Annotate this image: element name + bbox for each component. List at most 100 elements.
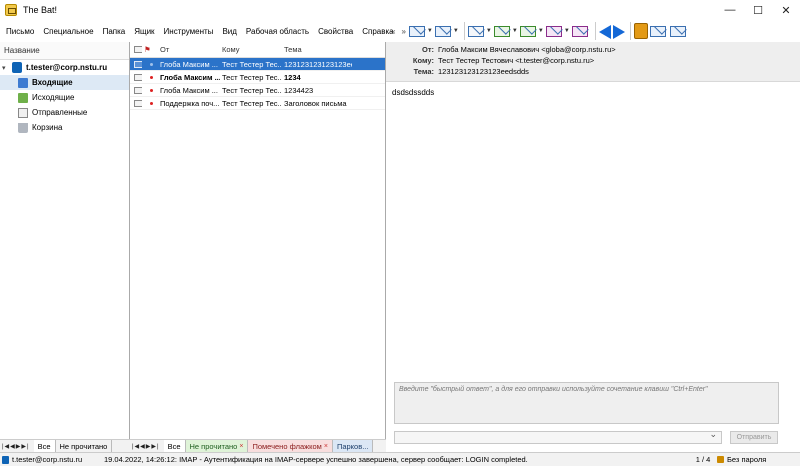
account-name: t.tester@corp.nstu.ru <box>26 63 108 72</box>
previous-message-button[interactable] <box>598 21 611 41</box>
folder-inbox[interactable]: Входящие <box>0 75 129 90</box>
toolbar-divider <box>629 22 631 40</box>
priority-dot-icon <box>150 101 153 105</box>
folder-sent[interactable]: Отправленные <box>0 105 129 120</box>
tab-parked[interactable]: Парков... <box>332 440 374 452</box>
menu-special[interactable]: Специальное <box>43 27 93 36</box>
send-mail-button[interactable]: ▼ <box>434 21 459 41</box>
menu-properties[interactable]: Свойства <box>318 27 353 36</box>
row-subject: Заголовок письма <box>284 98 347 108</box>
window-title: The Bat! <box>23 5 58 15</box>
address-book-icon <box>633 23 648 39</box>
row-to: Тест Тестер Тес... <box>222 98 282 108</box>
column-status[interactable] <box>130 46 142 53</box>
chevron-down-icon[interactable]: ▼ <box>538 23 544 39</box>
redirect-icon <box>571 23 590 39</box>
column-to[interactable]: Кому <box>220 45 282 54</box>
folder-outbox[interactable]: Исходящие <box>0 90 129 105</box>
save-mail-button[interactable] <box>669 21 688 41</box>
menu-view[interactable]: Вид <box>222 27 236 36</box>
folder-column-header[interactable]: Название <box>0 42 129 60</box>
chevron-down-icon[interactable]: ▾ <box>2 64 10 72</box>
message-header: От: Глоба Максим Вячеславович <globa@cor… <box>386 42 800 82</box>
chevron-down-icon[interactable]: ▼ <box>453 23 459 39</box>
reply-button[interactable]: ▼ <box>493 21 518 41</box>
chevron-down-icon[interactable]: ▼ <box>512 23 518 39</box>
address-book-button[interactable] <box>633 21 648 41</box>
sent-icon <box>18 107 28 118</box>
account-icon <box>12 62 22 73</box>
toolbar-collapse-icon[interactable]: « <box>391 27 395 36</box>
tab-nav-arrows-icon[interactable]: |◀◀▶▶| <box>130 443 160 450</box>
toolbar-more-icon[interactable]: » <box>401 27 405 36</box>
message-list-header: ⚑ От Кому Тема <box>130 42 385 58</box>
status-password[interactable]: Без пароля <box>717 455 766 464</box>
table-row[interactable]: Глоба Максим ... Тест Тестер Тес... 1234 <box>130 71 385 84</box>
table-row[interactable]: Глоба Максим ... Тест Тестер Тес... 1231… <box>130 58 385 71</box>
column-flags[interactable]: ⚑ <box>142 45 158 54</box>
tab-flagged[interactable]: Помечено флажком × <box>248 440 333 452</box>
new-message-icon <box>467 23 486 39</box>
title-bar: The Bat! — ☐ ✕ <box>0 0 800 20</box>
send-button[interactable]: Отправить <box>730 430 778 444</box>
chevron-down-icon[interactable]: ▼ <box>427 23 433 39</box>
menu-letter[interactable]: Письмо <box>6 27 34 36</box>
row-from: Глоба Максим ... <box>160 72 220 82</box>
menu-tools[interactable]: Инструменты <box>164 27 214 36</box>
to-value[interactable]: Тест Тестер Тестович <t.tester@corp.nstu… <box>438 56 594 65</box>
message-body[interactable]: dsdsdssdds <box>386 82 800 382</box>
maximize-button[interactable]: ☐ <box>744 0 772 20</box>
new-message-button[interactable]: ▼ <box>467 21 492 41</box>
subject-label: Тема: <box>413 67 434 76</box>
toolbar-divider <box>463 22 465 40</box>
toolbar: « » ▼ ▼ ▼ ▼ ▼ ▼ <box>388 20 800 42</box>
search-mail-button[interactable] <box>649 21 668 41</box>
chevron-down-icon[interactable]: ▼ <box>564 23 570 39</box>
forward-button[interactable]: ▼ <box>545 21 570 41</box>
priority-dot-icon <box>150 75 153 79</box>
table-row[interactable]: Глоба Максим ... Тест Тестер Тес... 1234… <box>130 84 385 97</box>
quick-reply-input[interactable]: Введите "быстрый ответ", а для его отпра… <box>394 382 779 424</box>
lock-icon <box>717 456 724 463</box>
close-icon[interactable]: × <box>239 443 243 450</box>
chevron-down-icon[interactable]: ▼ <box>486 23 492 39</box>
account-icon <box>2 455 9 464</box>
row-subject: 1234423 <box>284 85 314 95</box>
tab-unread[interactable]: Не прочитано <box>56 440 113 452</box>
status-account-name: t.tester@corp.nstu.ru <box>12 455 83 464</box>
tab-nav-arrows-icon[interactable]: |◀◀▶▶| <box>0 443 30 450</box>
arrow-left-icon <box>598 24 611 39</box>
folder-trash[interactable]: Корзина <box>0 120 129 135</box>
row-from: Глоба Максим ... <box>160 59 218 69</box>
sender-select[interactable] <box>394 429 722 444</box>
priority-dot-icon <box>150 62 153 66</box>
next-message-button[interactable] <box>612 21 625 41</box>
table-row[interactable]: Поддержка поч... Тест Тестер Тес... Заго… <box>130 97 385 110</box>
folder-label: Корзина <box>32 123 63 132</box>
minimize-button[interactable]: — <box>716 0 744 20</box>
status-bar: t.tester@corp.nstu.ru 19.04.2022, 14:26:… <box>0 452 800 466</box>
menu-folder[interactable]: Папка <box>103 27 126 36</box>
send-mail-icon <box>434 23 453 39</box>
close-icon[interactable]: × <box>324 443 328 450</box>
status-log: 19.04.2022, 14:26:12: IMAP - Аутентифика… <box>104 455 528 464</box>
save-icon <box>669 23 688 39</box>
redirect-button[interactable] <box>571 21 590 41</box>
from-value[interactable]: Глоба Максим Вячеславович <globa@corp.ns… <box>438 45 616 54</box>
tab-unread[interactable]: Не прочитано × <box>185 440 249 452</box>
close-button[interactable]: ✕ <box>772 0 800 20</box>
get-mail-icon <box>408 23 427 39</box>
menu-workspace[interactable]: Рабочая область <box>246 27 309 36</box>
envelope-icon <box>134 60 142 68</box>
menu-mailbox[interactable]: Ящик <box>134 27 154 36</box>
column-subject[interactable]: Тема <box>282 45 352 54</box>
envelope-icon <box>134 73 142 81</box>
reply-all-button[interactable]: ▼ <box>519 21 544 41</box>
column-from[interactable]: От <box>158 45 220 54</box>
row-subject: 123123123123123eedsdds <box>284 59 352 69</box>
get-mail-button[interactable]: ▼ <box>408 21 433 41</box>
envelope-icon <box>134 46 142 53</box>
tab-all[interactable]: Все <box>163 440 186 452</box>
tab-all[interactable]: Все <box>33 440 56 452</box>
account-row[interactable]: ▾ t.tester@corp.nstu.ru <box>0 60 129 75</box>
